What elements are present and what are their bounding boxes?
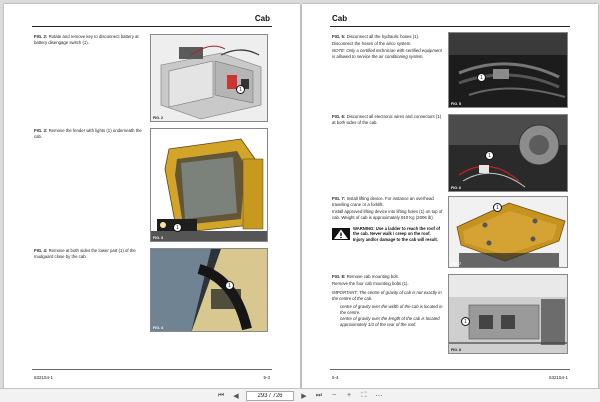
step-fig6: FIG. 6: Disconnect all electronic wires … bbox=[332, 114, 444, 125]
step-text: Remove cab mounting bolt. bbox=[346, 274, 399, 279]
figure-2-image: 1 FIG. 2 bbox=[150, 34, 268, 122]
important-point-length: centre of gravity over the length of the… bbox=[340, 316, 444, 327]
footer-page-number: 5-4 bbox=[332, 375, 339, 380]
step-label: FIG. 2: bbox=[34, 34, 48, 39]
step-label: FIG. 8: bbox=[332, 274, 346, 279]
note-label: NOTE: bbox=[332, 48, 346, 53]
right-page: Cab FIG. 5: Disconnect all the hydraulic… bbox=[302, 4, 598, 392]
last-page-icon[interactable]: ⏭ bbox=[314, 391, 324, 401]
figure-label: FIG. 2 bbox=[153, 116, 163, 120]
step-fig3: FIG. 3: Remove the fender with lights (1… bbox=[34, 128, 144, 139]
figure-label: FIG. 7 bbox=[451, 262, 461, 266]
left-page: Cab FIG. 2: Rotate and remove key to dis… bbox=[4, 4, 300, 392]
note-text: Only a certified technician with certifi… bbox=[332, 48, 442, 59]
footer-page-number: 5-3 bbox=[263, 375, 270, 380]
footer-doc-number: 632154-1 bbox=[548, 375, 568, 380]
figure-7-image: 1 FIG. 7 bbox=[448, 196, 568, 268]
pdf-viewer: Cab FIG. 2: Rotate and remove key to dis… bbox=[0, 0, 600, 402]
figure-8-image: 1 FIG. 8 bbox=[448, 274, 568, 354]
right-page-header: Cab bbox=[332, 14, 348, 23]
callout-1: 1 bbox=[173, 223, 182, 232]
figure-6-image: 1 FIG. 6 bbox=[448, 114, 568, 192]
warning-text: WARNING: Use a ladder to reach the roof … bbox=[353, 226, 441, 242]
footer-rule bbox=[330, 369, 570, 370]
step-label: FIG. 6: bbox=[332, 114, 346, 119]
step-text: Remove at both sides the lower part (1) … bbox=[34, 248, 136, 259]
step-text-lifting: Install approved lifting device into lif… bbox=[332, 209, 443, 220]
step-text: Install lifting device. For instance an … bbox=[332, 196, 434, 207]
important-point-text: centre of gravity over the width of the … bbox=[340, 304, 443, 315]
figure-4-image: 1 FIG. 4 bbox=[150, 248, 268, 332]
callout-1: 1 bbox=[225, 281, 234, 290]
page-number-input[interactable] bbox=[246, 390, 294, 401]
step-text: Rotate and remove key to disconnect batt… bbox=[34, 34, 139, 45]
callout-1: 1 bbox=[493, 203, 502, 212]
figure-label: FIG. 6 bbox=[451, 186, 461, 190]
callout-1: 1 bbox=[485, 151, 494, 160]
warning-block: WARNING: Use a ladder to reach the roof … bbox=[332, 226, 442, 246]
important-point-width: centre of gravity over the width of the … bbox=[340, 304, 444, 315]
header-rule bbox=[330, 26, 570, 27]
step-text: Remove the fender with lights (1) undern… bbox=[34, 128, 142, 139]
important-label: IMPORTANT: bbox=[332, 290, 358, 295]
step-fig2: FIG. 2: Rotate and remove key to disconn… bbox=[34, 34, 144, 45]
step-fig4: FIG. 4: Remove at both sides the lower p… bbox=[34, 248, 144, 259]
step-fig7: FIG. 7: Install lifting device. For inst… bbox=[332, 196, 444, 207]
callout-1: 1 bbox=[461, 317, 470, 326]
step-text-airco: Disconnect the hoses of the airco system… bbox=[332, 41, 412, 46]
figure-3-image: 1 FIG. 3 bbox=[150, 128, 268, 242]
step-label: FIG. 4: bbox=[34, 248, 48, 253]
more-options-icon[interactable]: ⋯ bbox=[374, 391, 384, 401]
step-text: Disconnect all electronic wires and conn… bbox=[332, 114, 442, 125]
step-label: FIG. 7: bbox=[332, 196, 346, 201]
figure-label: FIG. 3 bbox=[153, 236, 163, 240]
zoom-out-icon[interactable]: − bbox=[329, 391, 339, 401]
step-text-bolts: Remove the four cab mounting bolts (1). bbox=[332, 281, 409, 286]
important-point-text: centre of gravity over the length of the… bbox=[340, 316, 440, 327]
step-fig5: FIG. 5: Disconnect all the hydraulic hos… bbox=[332, 34, 444, 40]
zoom-in-icon[interactable]: + bbox=[344, 391, 354, 401]
figure-label: FIG. 5 bbox=[451, 102, 461, 106]
footer-doc-number: 632154-1 bbox=[34, 375, 54, 380]
first-page-icon[interactable]: ⏮ bbox=[216, 391, 226, 401]
step-fig8: FIG. 8: Remove cab mounting bolt. bbox=[332, 274, 444, 280]
next-page-icon[interactable]: ▶ bbox=[299, 391, 309, 401]
footer-rule bbox=[32, 369, 272, 370]
header-rule bbox=[32, 26, 272, 27]
callout-1: 1 bbox=[477, 73, 486, 82]
figure-label: FIG. 8 bbox=[451, 348, 461, 352]
figure-5-image: 1 FIG. 5 bbox=[448, 32, 568, 108]
callout-1: 1 bbox=[236, 85, 245, 94]
fullscreen-icon[interactable]: ⛶ bbox=[359, 391, 369, 401]
step-label: FIG. 3: bbox=[34, 128, 48, 133]
viewer-toolbar: ⏮ ◀ ▶ ⏭ − + ⛶ ⋯ bbox=[0, 388, 600, 402]
step-important: IMPORTANT: The centre of gravity of cab … bbox=[332, 290, 444, 301]
step-text: Disconnect all the hydraulic hoses (1). bbox=[346, 34, 420, 39]
figure-label: FIG. 4 bbox=[153, 326, 163, 330]
step-note: NOTE: Only a certified technician with c… bbox=[332, 48, 444, 59]
step-label: FIG. 5: bbox=[332, 34, 346, 39]
left-page-header: Cab bbox=[254, 14, 270, 23]
previous-page-icon[interactable]: ◀ bbox=[231, 391, 241, 401]
warning-icon bbox=[332, 228, 350, 240]
